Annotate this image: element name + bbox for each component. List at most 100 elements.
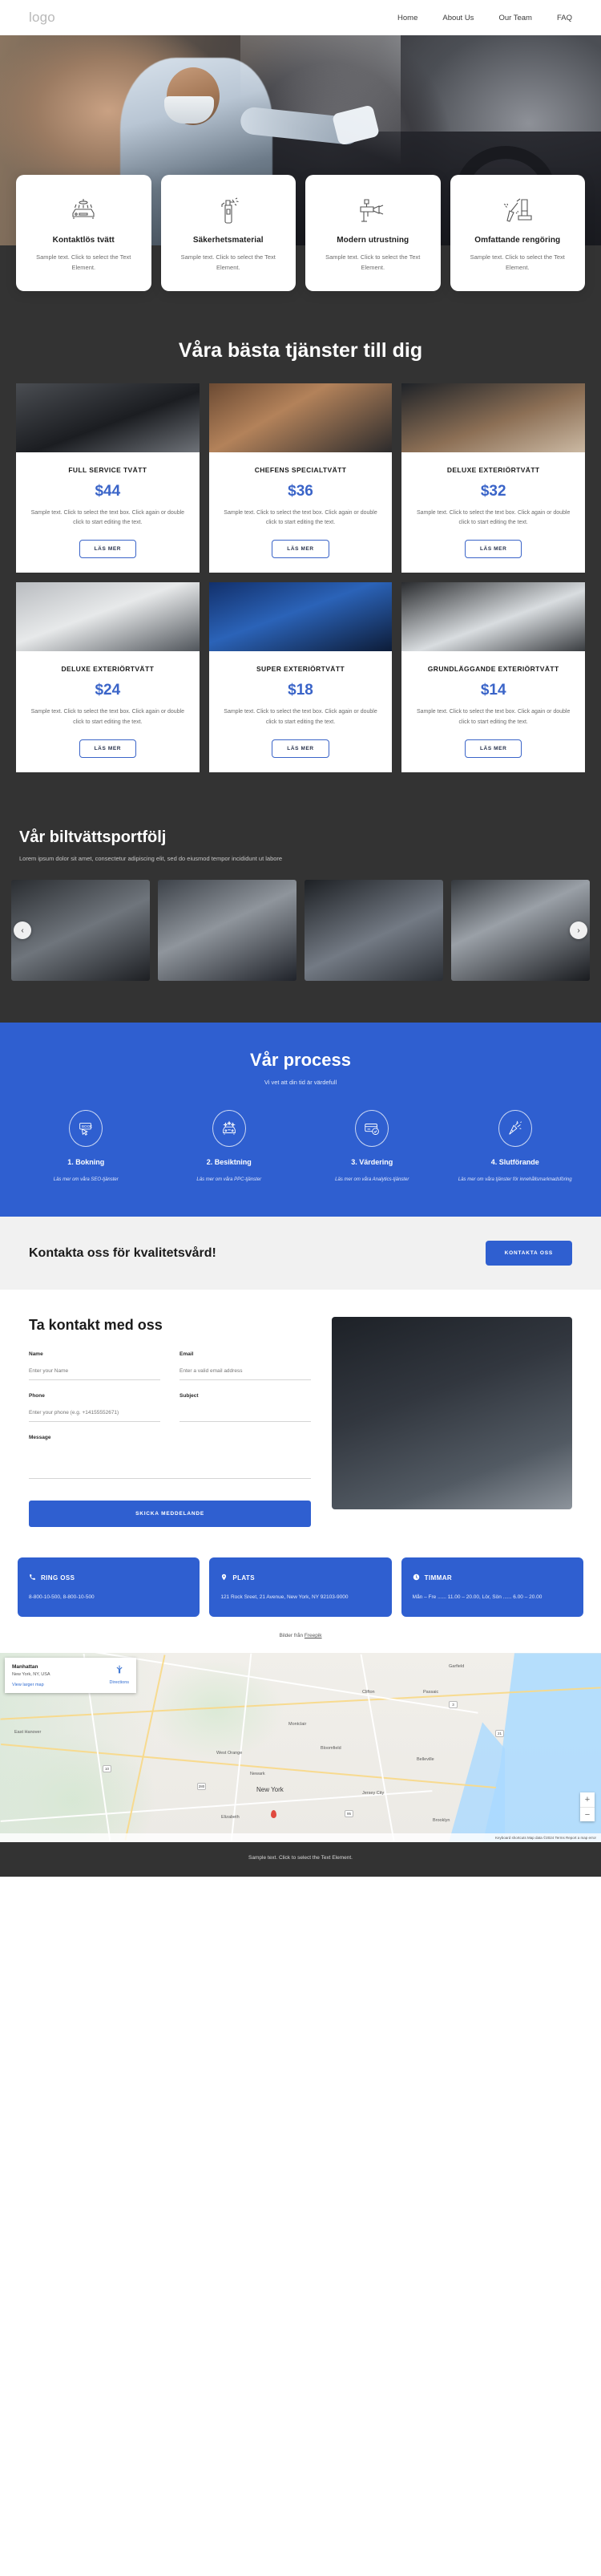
feature-card-list: Kontaktlös tvätt Sample text. Click to s… [0, 175, 601, 291]
portfolio-item[interactable] [11, 880, 150, 982]
portfolio-item[interactable] [158, 880, 296, 982]
service-read-more-button[interactable]: LÄS MER [272, 540, 329, 559]
service-desc: Sample text. Click to select the text bo… [224, 509, 377, 526]
service-image [16, 582, 200, 652]
services-title: Våra bästa tjänster till dig [178, 338, 423, 362]
service-price: $44 [95, 482, 121, 500]
portfolio-item[interactable] [305, 880, 443, 982]
send-message-button[interactable]: SKICKA MEDDELANDE [29, 1501, 312, 1528]
phone-icon [29, 1570, 36, 1585]
party-popper-icon [498, 1110, 532, 1148]
image-credit: Bilder från Freepik [0, 1617, 601, 1654]
process-step-link[interactable]: Läs mer om våra Analytics-tjänster [307, 1176, 438, 1185]
service-name: DELUXE EXTERIÖRTVÄTT [446, 465, 540, 474]
service-price: $36 [288, 482, 313, 500]
map-label: Belleville [417, 1757, 434, 1763]
nav-item-faq[interactable]: FAQ [557, 14, 572, 22]
info-box-text: Mån – Fre ...... 11.00 – 20.00, Lör, Sön… [412, 1594, 543, 1601]
feature-card[interactable]: Kontaktlös tvätt Sample text. Click to s… [16, 175, 151, 291]
process-step-link[interactable]: Läs mer om våra PPC-tjänster [164, 1176, 295, 1185]
contact-section: Ta kontakt med oss Name Email Phone Subj… [0, 1290, 601, 1536]
service-read-more-button[interactable]: LÄS MER [79, 540, 137, 559]
nav-item-our-team[interactable]: Our Team [498, 14, 532, 22]
map-embed[interactable]: Manhattan New York, NY, USA View larger … [0, 1653, 601, 1843]
service-name: DELUXE EXTERIÖRTVÄTT [61, 665, 155, 674]
footer-section: Sample text. Click to select the Text El… [0, 1842, 601, 1877]
info-box-title: RING OSS [41, 1574, 75, 1582]
feature-desc: Sample text. Click to select the Text El… [180, 253, 276, 271]
map-label: East Hanover [14, 1730, 42, 1736]
process-step-link[interactable]: Läs mer om våra SEO-tjänster [21, 1176, 151, 1185]
portfolio-track [11, 880, 590, 982]
chevron-right-icon[interactable]: › [570, 921, 587, 940]
map-directions-button[interactable]: Directions [110, 1664, 129, 1685]
contact-image-column [332, 1317, 572, 1527]
service-read-more-button[interactable]: LÄS MER [79, 739, 137, 759]
pressure-washer-icon [317, 194, 430, 226]
name-input[interactable] [29, 1363, 161, 1381]
process-step-name: 1. Bokning [67, 1158, 105, 1167]
service-card[interactable]: FULL SERVICE TVÄTT $44 Sample text. Clic… [16, 383, 200, 573]
portfolio-carousel: ‹ › [0, 880, 601, 982]
map-route-shield: 10 [103, 1765, 111, 1773]
service-card[interactable]: DELUXE EXTERIÖRTVÄTT $32 Sample text. Cl… [401, 383, 586, 573]
footer-text: Sample text. Click to select the Text El… [248, 1855, 353, 1861]
process-step: BOOK 1. Bokning Läs mer om våra SEO-tjän… [14, 1110, 158, 1185]
service-read-more-button[interactable]: LÄS MER [272, 739, 329, 759]
process-step-link[interactable]: Läs mer om våra tjänster för innehållsma… [450, 1176, 581, 1185]
service-read-more-button[interactable]: LÄS MER [464, 540, 522, 559]
freepik-link[interactable]: Freepik [305, 1633, 322, 1638]
portfolio-title: Vår biltvättsportfölj [19, 828, 167, 847]
view-larger-map-link[interactable]: View larger map [12, 1683, 50, 1687]
map-route-shield: 280 [197, 1783, 206, 1791]
phone-input[interactable] [29, 1405, 161, 1423]
map-place-subtitle: New York, NY, USA [12, 1672, 50, 1678]
service-card[interactable]: DELUXE EXTERIÖRTVÄTT $24 Sample text. Cl… [16, 582, 200, 773]
email-input[interactable] [179, 1363, 312, 1381]
contact-us-button[interactable]: KONTAKTA OSS [485, 1241, 572, 1266]
name-label: Name [29, 1351, 43, 1358]
message-textarea[interactable] [29, 1445, 312, 1480]
process-section: Vår process Vi vet att din tid är värdef… [0, 1023, 601, 1217]
map-label: Jersey City [362, 1791, 385, 1796]
map-label: Newark [250, 1772, 265, 1777]
info-box-hours: TIMMAR Mån – Fre ...... 11.00 – 20.00, L… [401, 1557, 583, 1618]
nav-item-about-us[interactable]: About Us [442, 14, 474, 22]
map-footer: Keyboard shortcuts Map data ©2024 Terms … [0, 1833, 601, 1843]
feature-card[interactable]: Omfattande rengöring Sample text. Click … [450, 175, 585, 291]
phone-label: Phone [29, 1393, 45, 1399]
service-card[interactable]: GRUNDLÄGGANDE EXTERIÖRTVÄTT $14 Sample t… [401, 582, 586, 773]
features-section: Kontaktlös tvätt Sample text. Click to s… [0, 175, 601, 1023]
site-logo[interactable]: logo [29, 10, 55, 26]
service-card-row-2: DELUXE EXTERIÖRTVÄTT $24 Sample text. Cl… [0, 582, 601, 773]
service-name: FULL SERVICE TVÄTT [68, 465, 147, 474]
process-step-name: 2. Besiktning [206, 1158, 252, 1167]
service-image [208, 383, 393, 452]
vacuum-seat-icon [462, 194, 575, 226]
service-card-row-1: FULL SERVICE TVÄTT $44 Sample text. Clic… [0, 383, 601, 573]
service-image [16, 383, 200, 452]
chevron-left-icon[interactable]: ‹ [14, 921, 31, 940]
info-box-text: 121 Rock Sreet, 21 Avenue, New York, NY … [220, 1594, 349, 1601]
info-box-location: PLATS 121 Rock Sreet, 21 Avenue, New Yor… [209, 1557, 392, 1618]
feature-card[interactable]: Säkerhetsmaterial Sample text. Click to … [160, 175, 296, 291]
map-zoom-in-button[interactable]: + [580, 1792, 595, 1807]
feature-card[interactable]: Modern utrustning Sample text. Click to … [305, 175, 441, 291]
map-route-shield: 95 [345, 1810, 353, 1818]
feature-title: Modern utrustning [337, 236, 409, 245]
service-card[interactable]: CHEFENS SPECIALTVÄTT $36 Sample text. Cl… [208, 383, 393, 573]
service-read-more-button[interactable]: LÄS MER [464, 739, 522, 759]
subject-input[interactable] [179, 1405, 312, 1423]
credit-text: Bilder från [279, 1633, 305, 1639]
cta-title: Kontakta oss för kvalitetsvård! [29, 1245, 216, 1260]
car-wash-shower-icon [27, 194, 140, 226]
services-section: Våra bästa tjänster till dig FULL SERVIC… [0, 313, 601, 815]
process-steps: BOOK 1. Bokning Läs mer om våra SEO-tjän… [0, 1110, 601, 1185]
email-label: Email [179, 1351, 194, 1358]
map-label: Elizabeth [221, 1815, 240, 1821]
service-card[interactable]: SUPER EXTERIÖRTVÄTT $18 Sample text. Cli… [208, 582, 393, 773]
nav-item-home[interactable]: Home [397, 14, 417, 22]
map-zoom-out-button[interactable]: − [580, 1807, 595, 1821]
service-desc: Sample text. Click to select the text bo… [224, 709, 377, 726]
info-box-title: TIMMAR [424, 1574, 453, 1582]
